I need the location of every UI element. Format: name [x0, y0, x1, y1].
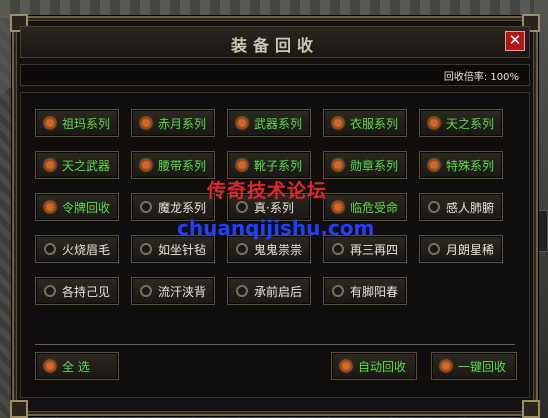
- category-checkbox[interactable]: [236, 201, 248, 213]
- category-label: 特殊系列: [446, 158, 495, 173]
- category-button[interactable]: 武器系列: [227, 109, 311, 137]
- category-button[interactable]: 特殊系列: [419, 151, 503, 179]
- category-label: 感人肺腑: [446, 200, 495, 215]
- window-title: 装备回收: [230, 36, 319, 55]
- category-button[interactable]: 承前启后: [227, 277, 311, 305]
- category-checkbox[interactable]: [332, 201, 344, 213]
- category-checkbox[interactable]: [428, 159, 440, 171]
- category-button[interactable]: 如坐针毡: [131, 235, 215, 263]
- category-button[interactable]: 月朗星稀: [419, 235, 503, 263]
- category-button[interactable]: 各持己见: [35, 277, 119, 305]
- category-checkbox[interactable]: [140, 243, 152, 255]
- category-button[interactable]: 天之武器: [35, 151, 119, 179]
- select-all-checkbox[interactable]: [44, 360, 56, 372]
- equipment-recycle-window: 装备回收 ✕ 回收倍率: 100% 全 选 自动回收 一键回收 祖玛系列 赤月系列…: [10, 14, 540, 418]
- category-checkbox[interactable]: [332, 117, 344, 129]
- frame-corner: [522, 400, 540, 418]
- category-checkbox[interactable]: [332, 243, 344, 255]
- category-button[interactable]: 祖玛系列: [35, 109, 119, 137]
- category-checkbox[interactable]: [44, 285, 56, 297]
- category-checkbox[interactable]: [140, 201, 152, 213]
- category-label: 承前启后: [254, 284, 303, 299]
- category-label: 火烧眉毛: [62, 242, 111, 257]
- category-checkbox[interactable]: [236, 159, 248, 171]
- category-button[interactable]: 勋章系列: [323, 151, 407, 179]
- category-button[interactable]: 令牌回收: [35, 193, 119, 221]
- select-all-button[interactable]: 全 选: [35, 352, 119, 380]
- category-checkbox[interactable]: [236, 117, 248, 129]
- category-button[interactable]: 鬼鬼祟祟: [227, 235, 311, 263]
- category-label: 祖玛系列: [62, 116, 111, 131]
- category-checkbox[interactable]: [332, 159, 344, 171]
- category-label: 各持己见: [62, 284, 111, 299]
- category-button[interactable]: 赤月系列: [131, 109, 215, 137]
- category-checkbox[interactable]: [44, 201, 56, 213]
- frame-corner: [10, 400, 28, 418]
- close-icon: ✕: [508, 31, 522, 49]
- category-checkbox[interactable]: [428, 117, 440, 129]
- close-button[interactable]: ✕: [505, 31, 525, 51]
- category-checkbox[interactable]: [140, 285, 152, 297]
- category-button[interactable]: 感人肺腑: [419, 193, 503, 221]
- category-checkbox[interactable]: [44, 243, 56, 255]
- recycle-rate-bar: 回收倍率: 100%: [20, 64, 530, 86]
- category-label: 靴子系列: [254, 158, 303, 173]
- category-label: 腰带系列: [158, 158, 207, 173]
- auto-recycle-button[interactable]: 自动回收: [331, 352, 417, 380]
- category-checkbox[interactable]: [236, 243, 248, 255]
- auto-recycle-checkbox[interactable]: [340, 360, 352, 372]
- category-button[interactable]: 腰带系列: [131, 151, 215, 179]
- one-click-recycle-button[interactable]: 一键回收: [431, 352, 517, 380]
- category-label: 魔龙系列: [158, 200, 207, 215]
- category-label: 鬼鬼祟祟: [254, 242, 303, 257]
- category-button[interactable]: 天之系列: [419, 109, 503, 137]
- category-label: 勋章系列: [350, 158, 399, 173]
- divider: [35, 344, 515, 345]
- category-label: 再三再四: [350, 242, 399, 257]
- category-label: 武器系列: [254, 116, 303, 131]
- category-button[interactable]: 再三再四: [323, 235, 407, 263]
- category-label: 真·系列: [254, 200, 294, 215]
- category-button[interactable]: 魔龙系列: [131, 193, 215, 221]
- category-checkbox[interactable]: [44, 159, 56, 171]
- category-button[interactable]: 有脚阳春: [323, 277, 407, 305]
- category-label: 如坐针毡: [158, 242, 207, 257]
- one-click-recycle-checkbox[interactable]: [440, 360, 452, 372]
- category-grid: 全 选 自动回收 一键回收 祖玛系列 赤月系列 武器系列 衣服系列 天之系列天之武器 腰带…: [20, 92, 530, 398]
- category-button[interactable]: 靴子系列: [227, 151, 311, 179]
- category-checkbox[interactable]: [428, 243, 440, 255]
- category-label: 临危受命: [350, 200, 399, 215]
- category-checkbox[interactable]: [140, 159, 152, 171]
- category-label: 衣服系列: [350, 116, 399, 131]
- category-label: 天之武器: [62, 158, 111, 173]
- select-all-label: 全 选: [62, 359, 90, 374]
- category-label: 有脚阳春: [350, 284, 399, 299]
- category-button[interactable]: 临危受命: [323, 193, 407, 221]
- category-checkbox[interactable]: [428, 201, 440, 213]
- category-label: 令牌回收: [62, 200, 111, 215]
- category-button[interactable]: 火烧眉毛: [35, 235, 119, 263]
- category-label: 流汗浃背: [158, 284, 207, 299]
- category-button[interactable]: 流汗浃背: [131, 277, 215, 305]
- category-checkbox[interactable]: [236, 285, 248, 297]
- recycle-rate-label: 回收倍率: 100%: [443, 72, 519, 83]
- category-label: 赤月系列: [158, 116, 207, 131]
- auto-recycle-label: 自动回收: [358, 359, 407, 374]
- category-button[interactable]: 衣服系列: [323, 109, 407, 137]
- category-checkbox[interactable]: [332, 285, 344, 297]
- one-click-recycle-label: 一键回收: [458, 359, 507, 374]
- title-bar: 装备回收 ✕: [20, 26, 530, 58]
- category-label: 天之系列: [446, 116, 495, 131]
- category-label: 月朗星稀: [446, 242, 495, 257]
- category-checkbox[interactable]: [140, 117, 152, 129]
- category-checkbox[interactable]: [44, 117, 56, 129]
- category-button[interactable]: 真·系列: [227, 193, 311, 221]
